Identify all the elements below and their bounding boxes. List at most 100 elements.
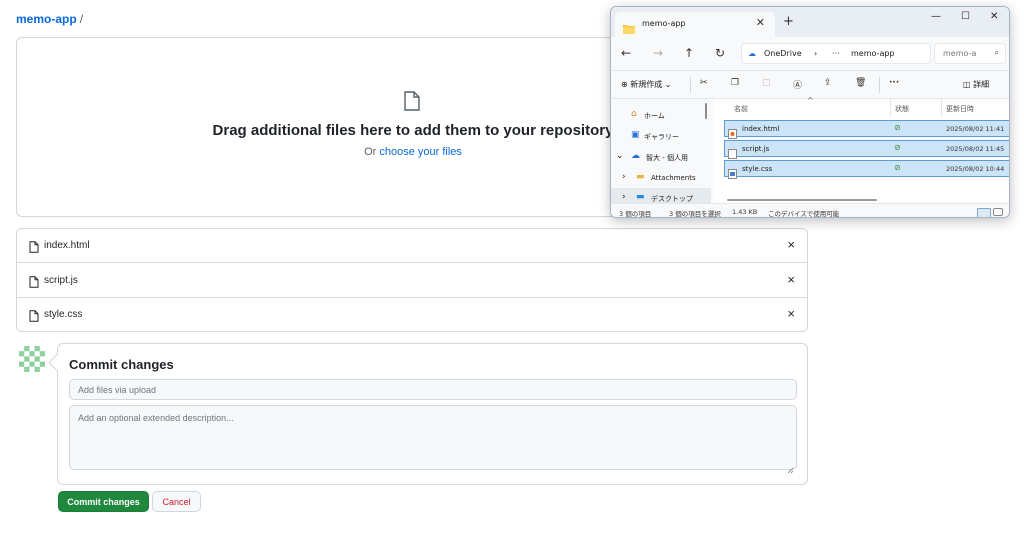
remove-file-button[interactable]: × xyxy=(787,272,795,287)
nav-item-label: 智大 - 個人用 xyxy=(646,154,688,162)
file-list-row[interactable]: script.js ⊘ 2025/08/02 11:45 xyxy=(724,140,1009,159)
file-list: ^ 名前 状態 更新日時 index.html ⊘ 2025/08/02 11:… xyxy=(721,96,1009,201)
delete-icon[interactable]: 🗑 xyxy=(855,78,866,88)
commit-description-textarea[interactable] xyxy=(69,405,797,470)
file-row: script.js × xyxy=(17,264,807,298)
nav-item-attachments[interactable]: › ▬ Attachments xyxy=(611,168,711,188)
new-tab-icon[interactable]: + xyxy=(783,14,794,29)
up-icon[interactable]: ↑ xyxy=(684,46,694,60)
file-icon xyxy=(29,309,39,327)
file-explorer-window[interactable]: memo-app ✕ + — ☐ ✕ ← → ↑ ↻ ☁ OneDrive › … xyxy=(610,6,1010,218)
minimize-icon[interactable]: — xyxy=(931,11,941,22)
commit-title: Commit changes xyxy=(69,357,174,372)
chevron-down-icon: ⌄ xyxy=(616,151,624,161)
column-header-modified[interactable]: 更新日時 xyxy=(946,104,974,114)
close-window-icon[interactable]: ✕ xyxy=(990,11,998,22)
file-list-name: index.html xyxy=(742,125,780,133)
file-list-date: 2025/08/02 11:45 xyxy=(946,145,1005,153)
nav-item-onedrive[interactable]: ⌄ ☁ 智大 - 個人用 xyxy=(611,147,711,167)
breadcrumb-separator: / xyxy=(79,12,84,26)
address-bar[interactable]: ☁ OneDrive › ··· memo-app xyxy=(741,43,931,64)
column-header-name[interactable]: 名前 xyxy=(734,104,748,114)
address-chevron: › xyxy=(814,49,818,58)
address-folder[interactable]: memo-app xyxy=(851,49,895,58)
back-icon[interactable]: ← xyxy=(621,46,631,60)
file-icon xyxy=(29,275,39,293)
search-icon: ⌕ xyxy=(994,48,999,57)
synced-status-icon: ⊘ xyxy=(894,143,901,152)
avatar[interactable] xyxy=(19,346,45,372)
css-file-icon xyxy=(728,164,737,183)
search-box[interactable]: memo-a ⌕ xyxy=(934,43,1006,64)
cancel-button[interactable]: Cancel xyxy=(152,491,201,512)
synced-status-icon: ⊘ xyxy=(894,163,901,172)
folder-icon xyxy=(623,19,635,38)
new-button-label: 新規作成 xyxy=(630,80,663,89)
file-list-date: 2025/08/02 11:41 xyxy=(946,125,1005,133)
explorer-titlebar[interactable]: memo-app ✕ + — ☐ ✕ xyxy=(611,7,1009,37)
file-list-row[interactable]: style.css ⊘ 2025/08/02 10:44 xyxy=(724,160,1009,179)
resize-grip-icon[interactable] xyxy=(787,461,794,479)
cut-icon[interactable]: ✂ xyxy=(700,78,708,88)
file-list-name: style.css xyxy=(742,165,773,173)
explorer-navbar: ← → ↑ ↻ ☁ OneDrive › ··· memo-app memo-a… xyxy=(611,37,1009,71)
more-options-icon[interactable]: ··· xyxy=(889,78,899,88)
file-row: index.html × xyxy=(17,229,807,263)
add-icon: ⊕ xyxy=(621,80,628,89)
file-list-row[interactable]: index.html ⊘ 2025/08/02 11:41 xyxy=(724,120,1009,139)
file-name: script.js xyxy=(44,275,78,286)
status-item-count: 3 個の項目 xyxy=(619,210,652,218)
choose-files-link[interactable]: choose your files xyxy=(379,146,462,158)
commit-summary-input[interactable] xyxy=(69,379,797,400)
home-icon: ⌂ xyxy=(631,109,637,119)
commit-changes-panel: Commit changes xyxy=(57,343,808,485)
tab-title: memo-app xyxy=(642,19,686,28)
chevron-down-icon: ⌄ xyxy=(664,80,672,89)
copy-icon[interactable]: ❐ xyxy=(731,78,739,88)
desktop-icon: ▬ xyxy=(636,192,645,202)
remove-file-button[interactable]: × xyxy=(787,306,795,321)
file-icon xyxy=(403,91,421,116)
details-view-icon[interactable] xyxy=(977,208,991,217)
file-row: style.css × xyxy=(17,298,807,332)
chevron-right-icon: › xyxy=(622,172,626,182)
forward-icon[interactable]: → xyxy=(653,46,663,60)
column-header-status[interactable]: 状態 xyxy=(895,104,909,114)
nav-item-home[interactable]: ⌂ ホーム xyxy=(611,105,711,125)
column-divider[interactable] xyxy=(941,99,942,117)
details-label: 詳細 xyxy=(973,80,990,89)
tab-close-icon[interactable]: ✕ xyxy=(756,16,765,29)
cloud-icon: ☁ xyxy=(631,151,640,161)
share-icon[interactable]: ⇪ xyxy=(824,78,832,88)
search-placeholder: memo-a xyxy=(943,49,977,58)
address-root[interactable]: OneDrive xyxy=(764,49,802,58)
new-button[interactable]: ⊕ 新規作成 ⌄ xyxy=(621,79,672,90)
tiles-view-icon[interactable] xyxy=(993,208,1003,216)
breadcrumb-repo-link[interactable]: memo-app xyxy=(16,12,77,26)
synced-status-icon: ⊘ xyxy=(894,123,901,132)
file-name: index.html xyxy=(44,240,90,251)
toolbar-divider xyxy=(690,77,691,93)
refresh-icon[interactable]: ↻ xyxy=(715,46,725,60)
explorer-toolbar: ⊕ 新規作成 ⌄ ✂ ❐ ▢ Ⓐ ⇪ 🗑 ··· ◫ 詳細 xyxy=(611,71,1009,99)
nav-item-label: ホーム xyxy=(644,112,665,120)
explorer-tab[interactable]: memo-app ✕ xyxy=(615,12,775,37)
paste-icon[interactable]: ▢ xyxy=(762,78,771,88)
breadcrumb: memo-app / xyxy=(16,12,83,26)
file-icon xyxy=(29,240,39,258)
status-availability: このデバイスで使用可能 xyxy=(768,210,840,218)
horizontal-scrollbar[interactable] xyxy=(727,199,877,201)
commit-changes-button[interactable]: Commit changes xyxy=(58,491,149,512)
navigation-pane: ⌂ ホーム ▣ ギャラリー ⌄ ☁ 智大 - 個人用 › ▬ Attachmen… xyxy=(611,99,713,208)
maximize-icon[interactable]: ☐ xyxy=(961,11,970,22)
file-list-name: script.js xyxy=(742,145,770,153)
column-divider[interactable] xyxy=(890,99,891,117)
folder-icon: ▬ xyxy=(636,172,645,182)
address-more[interactable]: ··· xyxy=(832,49,840,58)
details-button[interactable]: ◫ 詳細 xyxy=(963,79,989,90)
rename-icon[interactable]: Ⓐ xyxy=(793,78,802,91)
or-text: Or xyxy=(364,146,377,158)
nav-item-gallery[interactable]: ▣ ギャラリー xyxy=(611,126,711,146)
remove-file-button[interactable]: × xyxy=(787,237,795,252)
status-selected-size: 1.43 KB xyxy=(732,208,758,216)
